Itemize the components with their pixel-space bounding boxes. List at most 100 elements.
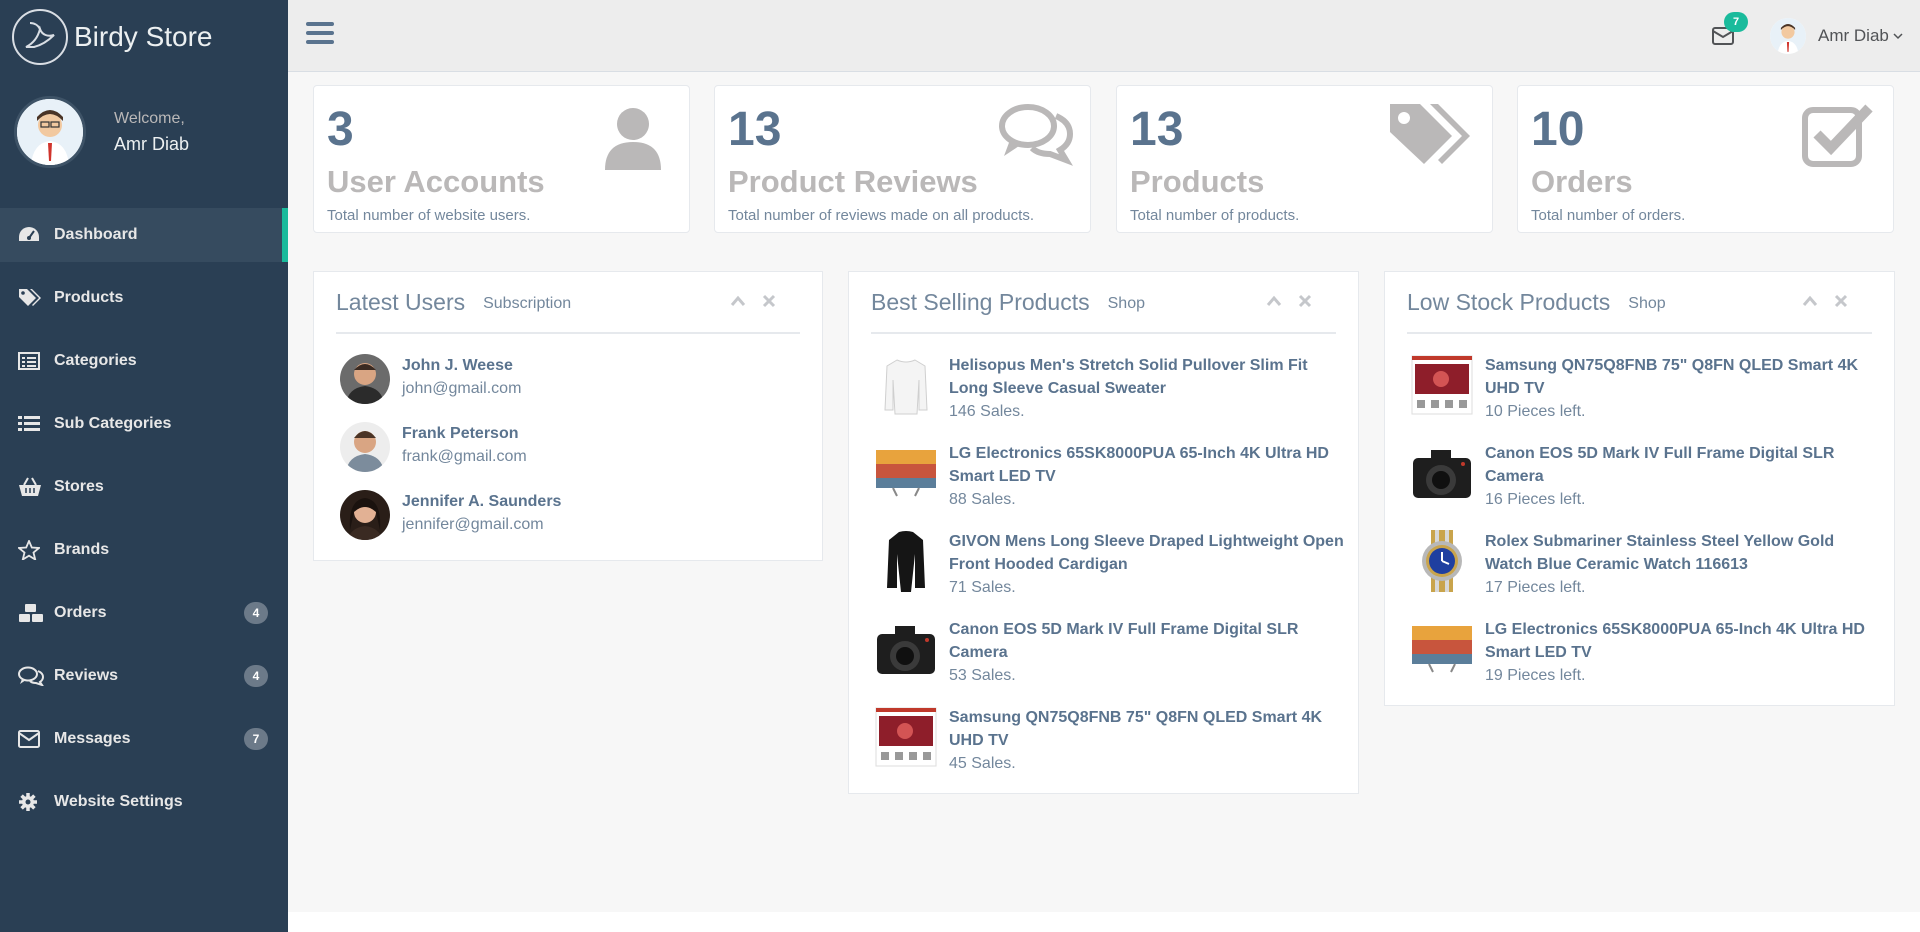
user-email: john@gmail.com — [402, 380, 522, 397]
list-item[interactable]: John J. Weese john@gmail.com — [340, 354, 521, 404]
stat-tile-products: 13 Products Total number of products. — [1116, 85, 1493, 233]
star-icon — [18, 540, 54, 560]
product-name-line[interactable]: GIVON Mens Long Sleeve Draped Lightweigh… — [949, 530, 1344, 553]
product-name-line[interactable]: Camera — [1485, 465, 1834, 488]
product-name-line[interactable]: Front Hooded Cardigan — [949, 553, 1344, 576]
basket-icon — [18, 477, 54, 497]
panel-header: Best Selling Products Shop — [871, 272, 1336, 334]
product-name-line[interactable]: Camera — [949, 641, 1298, 664]
product-name-line[interactable]: Watch Blue Ceramic Watch 116613 — [1485, 553, 1834, 576]
collapse-icon[interactable] — [730, 294, 748, 312]
user-avatar — [1770, 18, 1806, 54]
panel-subtitle: Shop — [1628, 295, 1666, 312]
product-name-line[interactable]: Smart LED TV — [949, 465, 1329, 488]
user-name[interactable]: Frank Peterson — [402, 422, 527, 445]
collapse-icon[interactable] — [1266, 294, 1284, 312]
product-name-line[interactable]: Canon EOS 5D Mark IV Full Frame Digital … — [949, 618, 1298, 641]
list-alt-icon — [18, 352, 54, 370]
sidebar-item-orders[interactable]: Orders 4 — [0, 586, 288, 640]
product-name-line[interactable]: Helisopus Men's Stretch Solid Pullover S… — [949, 354, 1308, 377]
close-icon[interactable] — [762, 294, 780, 312]
panel-title: Low Stock Products — [1407, 288, 1611, 315]
sidebar-item-website-settings[interactable]: Website Settings — [0, 775, 288, 829]
stock-count: 17 Pieces left. — [1485, 579, 1586, 596]
list-item[interactable]: Jennifer A. Saunders jennifer@gmail.com — [340, 490, 561, 540]
close-icon[interactable] — [1834, 294, 1852, 312]
sales-count: 53 Sales. — [949, 667, 1016, 684]
sidebar-item-label: Dashboard — [54, 226, 138, 243]
product-name-line[interactable]: Samsung QN75Q8FNB 75" Q8FN QLED Smart 4K — [949, 706, 1322, 729]
sidebar-menu: Dashboard Products Categories Sub Catego… — [0, 208, 288, 829]
brand-name: Birdy Store — [74, 21, 213, 52]
footer — [288, 912, 1920, 932]
sales-count: 146 Sales. — [949, 403, 1025, 420]
profile-name: Amr Diab — [114, 133, 190, 154]
sidebar-item-stores[interactable]: Stores — [0, 460, 288, 514]
product-name-line[interactable]: UHD TV — [1485, 377, 1858, 400]
panel-header: Low Stock Products Shop — [1407, 272, 1872, 334]
user-email: jennifer@gmail.com — [402, 516, 544, 533]
user-name[interactable]: Jennifer A. Saunders — [402, 490, 561, 513]
mail-count-badge: 7 — [1724, 12, 1748, 32]
list-item[interactable]: Frank Peterson frank@gmail.com — [340, 422, 527, 472]
sidebar-item-products[interactable]: Products — [0, 271, 288, 325]
sidebar-item-sub-categories[interactable]: Sub Categories — [0, 397, 288, 451]
product-name-line[interactable]: Canon EOS 5D Mark IV Full Frame Digital … — [1485, 442, 1834, 465]
product-image — [1411, 442, 1473, 504]
product-name-line[interactable]: UHD TV — [949, 729, 1322, 752]
tile-description: Total number of products. — [1130, 207, 1300, 224]
cubes-icon — [18, 603, 54, 623]
menu-toggle-icon[interactable] — [306, 22, 334, 48]
sidebar-item-label: Sub Categories — [54, 415, 172, 432]
list-item[interactable]: LG Electronics 65SK8000PUA 65-Inch 4K Ul… — [875, 442, 1329, 511]
brand[interactable]: Birdy Store — [0, 0, 288, 74]
list-item[interactable]: Rolex Submariner Stainless Steel Yellow … — [1411, 530, 1834, 599]
user-menu[interactable]: Amr Diab — [1770, 18, 1903, 54]
tile-count: 10 — [1531, 103, 1585, 156]
stock-count: 16 Pieces left. — [1485, 491, 1586, 508]
list-item[interactable]: Samsung QN75Q8FNB 75" Q8FN QLED Smart 4K… — [1411, 354, 1858, 423]
sidebar-item-label: Orders — [54, 604, 107, 621]
sidebar-item-dashboard[interactable]: Dashboard — [0, 208, 288, 262]
stat-tile-users: 3 User Accounts Total number of website … — [313, 85, 690, 233]
sales-count: 88 Sales. — [949, 491, 1016, 508]
sidebar-item-reviews[interactable]: Reviews 4 — [0, 649, 288, 703]
tile-description: Total number of website users. — [327, 207, 531, 224]
product-image — [1411, 618, 1473, 680]
collapse-icon[interactable] — [1802, 294, 1820, 312]
sidebar-item-categories[interactable]: Categories — [0, 334, 288, 388]
product-image — [875, 618, 937, 680]
panel-header: Latest Users Subscription — [336, 272, 800, 334]
user-name[interactable]: John J. Weese — [402, 354, 521, 377]
product-name-line[interactable]: Samsung QN75Q8FNB 75" Q8FN QLED Smart 4K — [1485, 354, 1858, 377]
product-name-line[interactable]: Rolex Submariner Stainless Steel Yellow … — [1485, 530, 1834, 553]
orders-badge: 4 — [244, 602, 268, 624]
panel-title: Latest Users — [336, 288, 466, 315]
sidebar-item-messages[interactable]: Messages 7 — [0, 712, 288, 766]
sidebar-item-brands[interactable]: Brands — [0, 523, 288, 577]
comments-icon — [998, 102, 1074, 174]
list-item[interactable]: Canon EOS 5D Mark IV Full Frame Digital … — [875, 618, 1298, 687]
sidebar-item-label: Messages — [54, 730, 131, 747]
sidebar-item-label: Reviews — [54, 667, 119, 684]
list-item[interactable]: Samsung QN75Q8FNB 75" Q8FN QLED Smart 4K… — [875, 706, 1322, 775]
product-name-line[interactable]: LG Electronics 65SK8000PUA 65-Inch 4K Ul… — [1485, 618, 1865, 641]
user-avatar — [340, 354, 390, 404]
messages-badge: 7 — [244, 728, 268, 750]
list-item[interactable]: Canon EOS 5D Mark IV Full Frame Digital … — [1411, 442, 1834, 511]
list-item[interactable]: Helisopus Men's Stretch Solid Pullover S… — [875, 354, 1308, 423]
tile-count: 13 — [1130, 103, 1184, 156]
product-name-line[interactable]: LG Electronics 65SK8000PUA 65-Inch 4K Ul… — [949, 442, 1329, 465]
sidebar-item-label: Products — [54, 289, 124, 306]
panel-subtitle: Shop — [1107, 295, 1145, 312]
tile-count: 3 — [327, 103, 354, 156]
list-item[interactable]: GIVON Mens Long Sleeve Draped Lightweigh… — [875, 530, 1344, 599]
product-name-line[interactable]: Smart LED TV — [1485, 641, 1865, 664]
tile-title: Orders — [1531, 164, 1633, 199]
close-icon[interactable] — [1298, 294, 1316, 312]
best-selling-panel: Best Selling Products Shop Helisopus Men… — [848, 271, 1359, 794]
product-name-line[interactable]: Long Sleeve Casual Sweater — [949, 377, 1308, 400]
list-item[interactable]: LG Electronics 65SK8000PUA 65-Inch 4K Ul… — [1411, 618, 1865, 687]
user-avatar — [340, 422, 390, 472]
stat-tile-orders: 10 Orders Total number of orders. — [1517, 85, 1894, 233]
